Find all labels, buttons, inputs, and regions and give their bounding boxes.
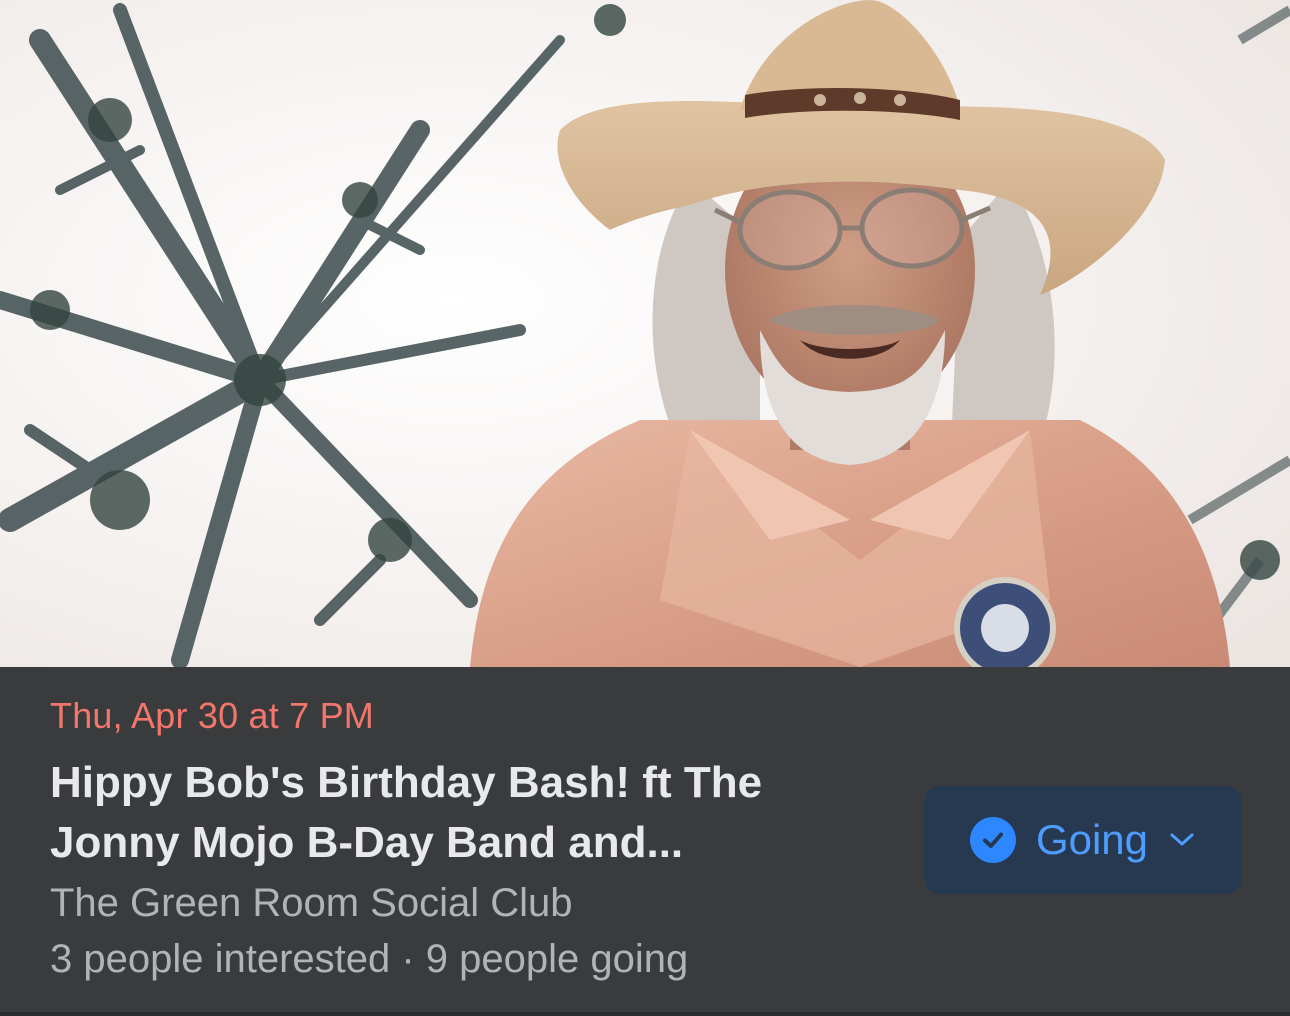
- event-venue[interactable]: The Green Room Social Club: [50, 881, 572, 926]
- going-button[interactable]: Going: [924, 786, 1242, 894]
- event-title[interactable]: Hippy Bob's Birthday Bash! ft The Jonny …: [50, 753, 880, 873]
- event-date: Thu, Apr 30 at 7 PM: [50, 695, 374, 736]
- card-divider: [0, 1012, 1290, 1016]
- event-info-panel: Thu, Apr 30 at 7 PM Hippy Bob's Birthday…: [0, 667, 1290, 1012]
- event-title-line-1: Hippy Bob's Birthday Bash! ft The: [50, 758, 763, 807]
- chevron-down-icon: [1168, 826, 1196, 854]
- cover-illustration: [0, 0, 1290, 667]
- check-circle-icon: [969, 817, 1016, 863]
- event-attendance-stats: 3 people interested · 9 people going: [50, 937, 689, 981]
- going-button-label: Going: [1035, 816, 1149, 863]
- event-title-line-2: Jonny Mojo B-Day Band and...: [50, 818, 684, 867]
- event-cover-photo[interactable]: [0, 0, 1290, 667]
- event-card[interactable]: Thu, Apr 30 at 7 PM Hippy Bob's Birthday…: [0, 0, 1290, 1016]
